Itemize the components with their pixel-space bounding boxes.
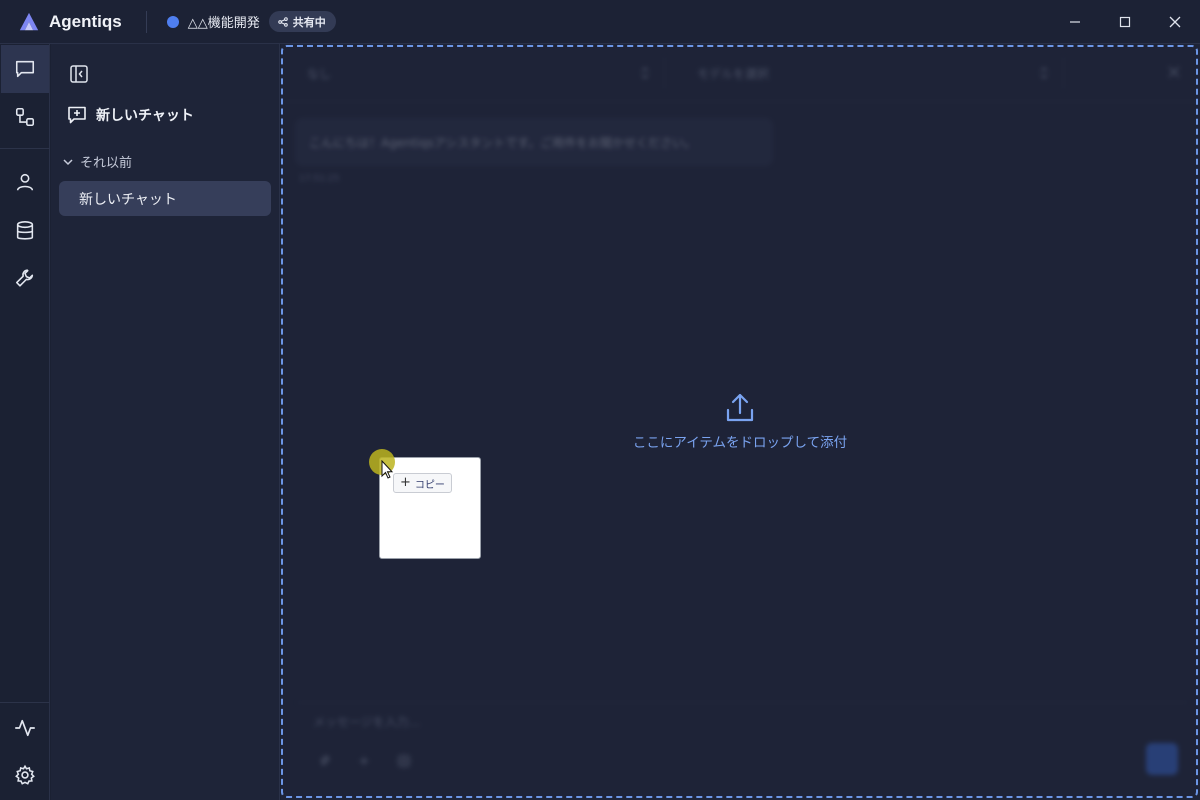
workflow-icon <box>15 107 35 127</box>
new-chat-label: 新しいチャット <box>96 108 194 124</box>
close-icon <box>1169 16 1181 28</box>
workspace-status-dot <box>166 15 179 28</box>
maximize-icon <box>1119 16 1131 28</box>
drag-copy-label: コピー <box>414 479 445 491</box>
new-chat-icon <box>68 106 86 124</box>
new-chat-button[interactable]: 新しいチャット <box>67 105 194 125</box>
rail-divider-bottom <box>0 702 50 703</box>
database-icon <box>16 221 34 240</box>
app-name: Agentiqs <box>49 11 122 31</box>
nav-activity[interactable] <box>1 704 49 752</box>
sidebar-collapse-button[interactable] <box>69 64 89 84</box>
nav-chat[interactable] <box>1 45 49 93</box>
nav-workflow[interactable] <box>1 93 49 141</box>
sidebar-collapse-icon <box>70 65 88 83</box>
activity-icon <box>15 719 35 737</box>
app-logo: Agentiqs <box>18 11 122 33</box>
history-section-label: それ以前 <box>80 156 133 171</box>
share-badge[interactable]: 共有中 <box>268 11 336 32</box>
minimize-icon <box>1070 21 1080 23</box>
nav-rail <box>0 44 50 800</box>
chat-sidebar: 新しいチャット それ以前 新しいチャット <box>51 44 280 800</box>
plus-icon: + <box>400 475 411 490</box>
rail-divider <box>0 148 50 149</box>
nav-tools[interactable] <box>1 254 49 302</box>
user-icon <box>16 173 34 191</box>
nav-user[interactable] <box>1 158 49 206</box>
history-section-toggle[interactable]: それ以前 <box>62 152 132 171</box>
history-item-new-chat[interactable]: 新しいチャット <box>59 181 271 216</box>
cursor-arrow-icon <box>381 460 394 479</box>
history-item-label: 新しいチャット <box>79 191 177 208</box>
chevron-down-icon <box>63 158 73 165</box>
nav-settings[interactable] <box>1 751 49 799</box>
maximize-button[interactable] <box>1100 0 1150 44</box>
wrench-icon <box>15 269 34 287</box>
upload-icon <box>726 393 754 422</box>
workspace-name[interactable]: △△機能開発 <box>188 12 260 31</box>
minimize-button[interactable] <box>1050 0 1100 44</box>
drag-copy-tooltip: + コピー <box>393 473 452 493</box>
close-window-button[interactable] <box>1150 0 1200 44</box>
chat-bubble-icon <box>15 60 35 78</box>
share-icon <box>277 16 288 27</box>
share-label: 共有中 <box>292 15 326 29</box>
drop-zone-text: ここにアイテムをドロップして添付 <box>632 435 848 451</box>
title-divider <box>145 10 147 33</box>
gear-icon <box>15 764 35 785</box>
nav-database[interactable] <box>1 207 49 255</box>
agentiqs-logo-icon <box>19 12 39 30</box>
title-bar: Agentiqs △△機能開発 共有中 <box>0 0 1200 44</box>
